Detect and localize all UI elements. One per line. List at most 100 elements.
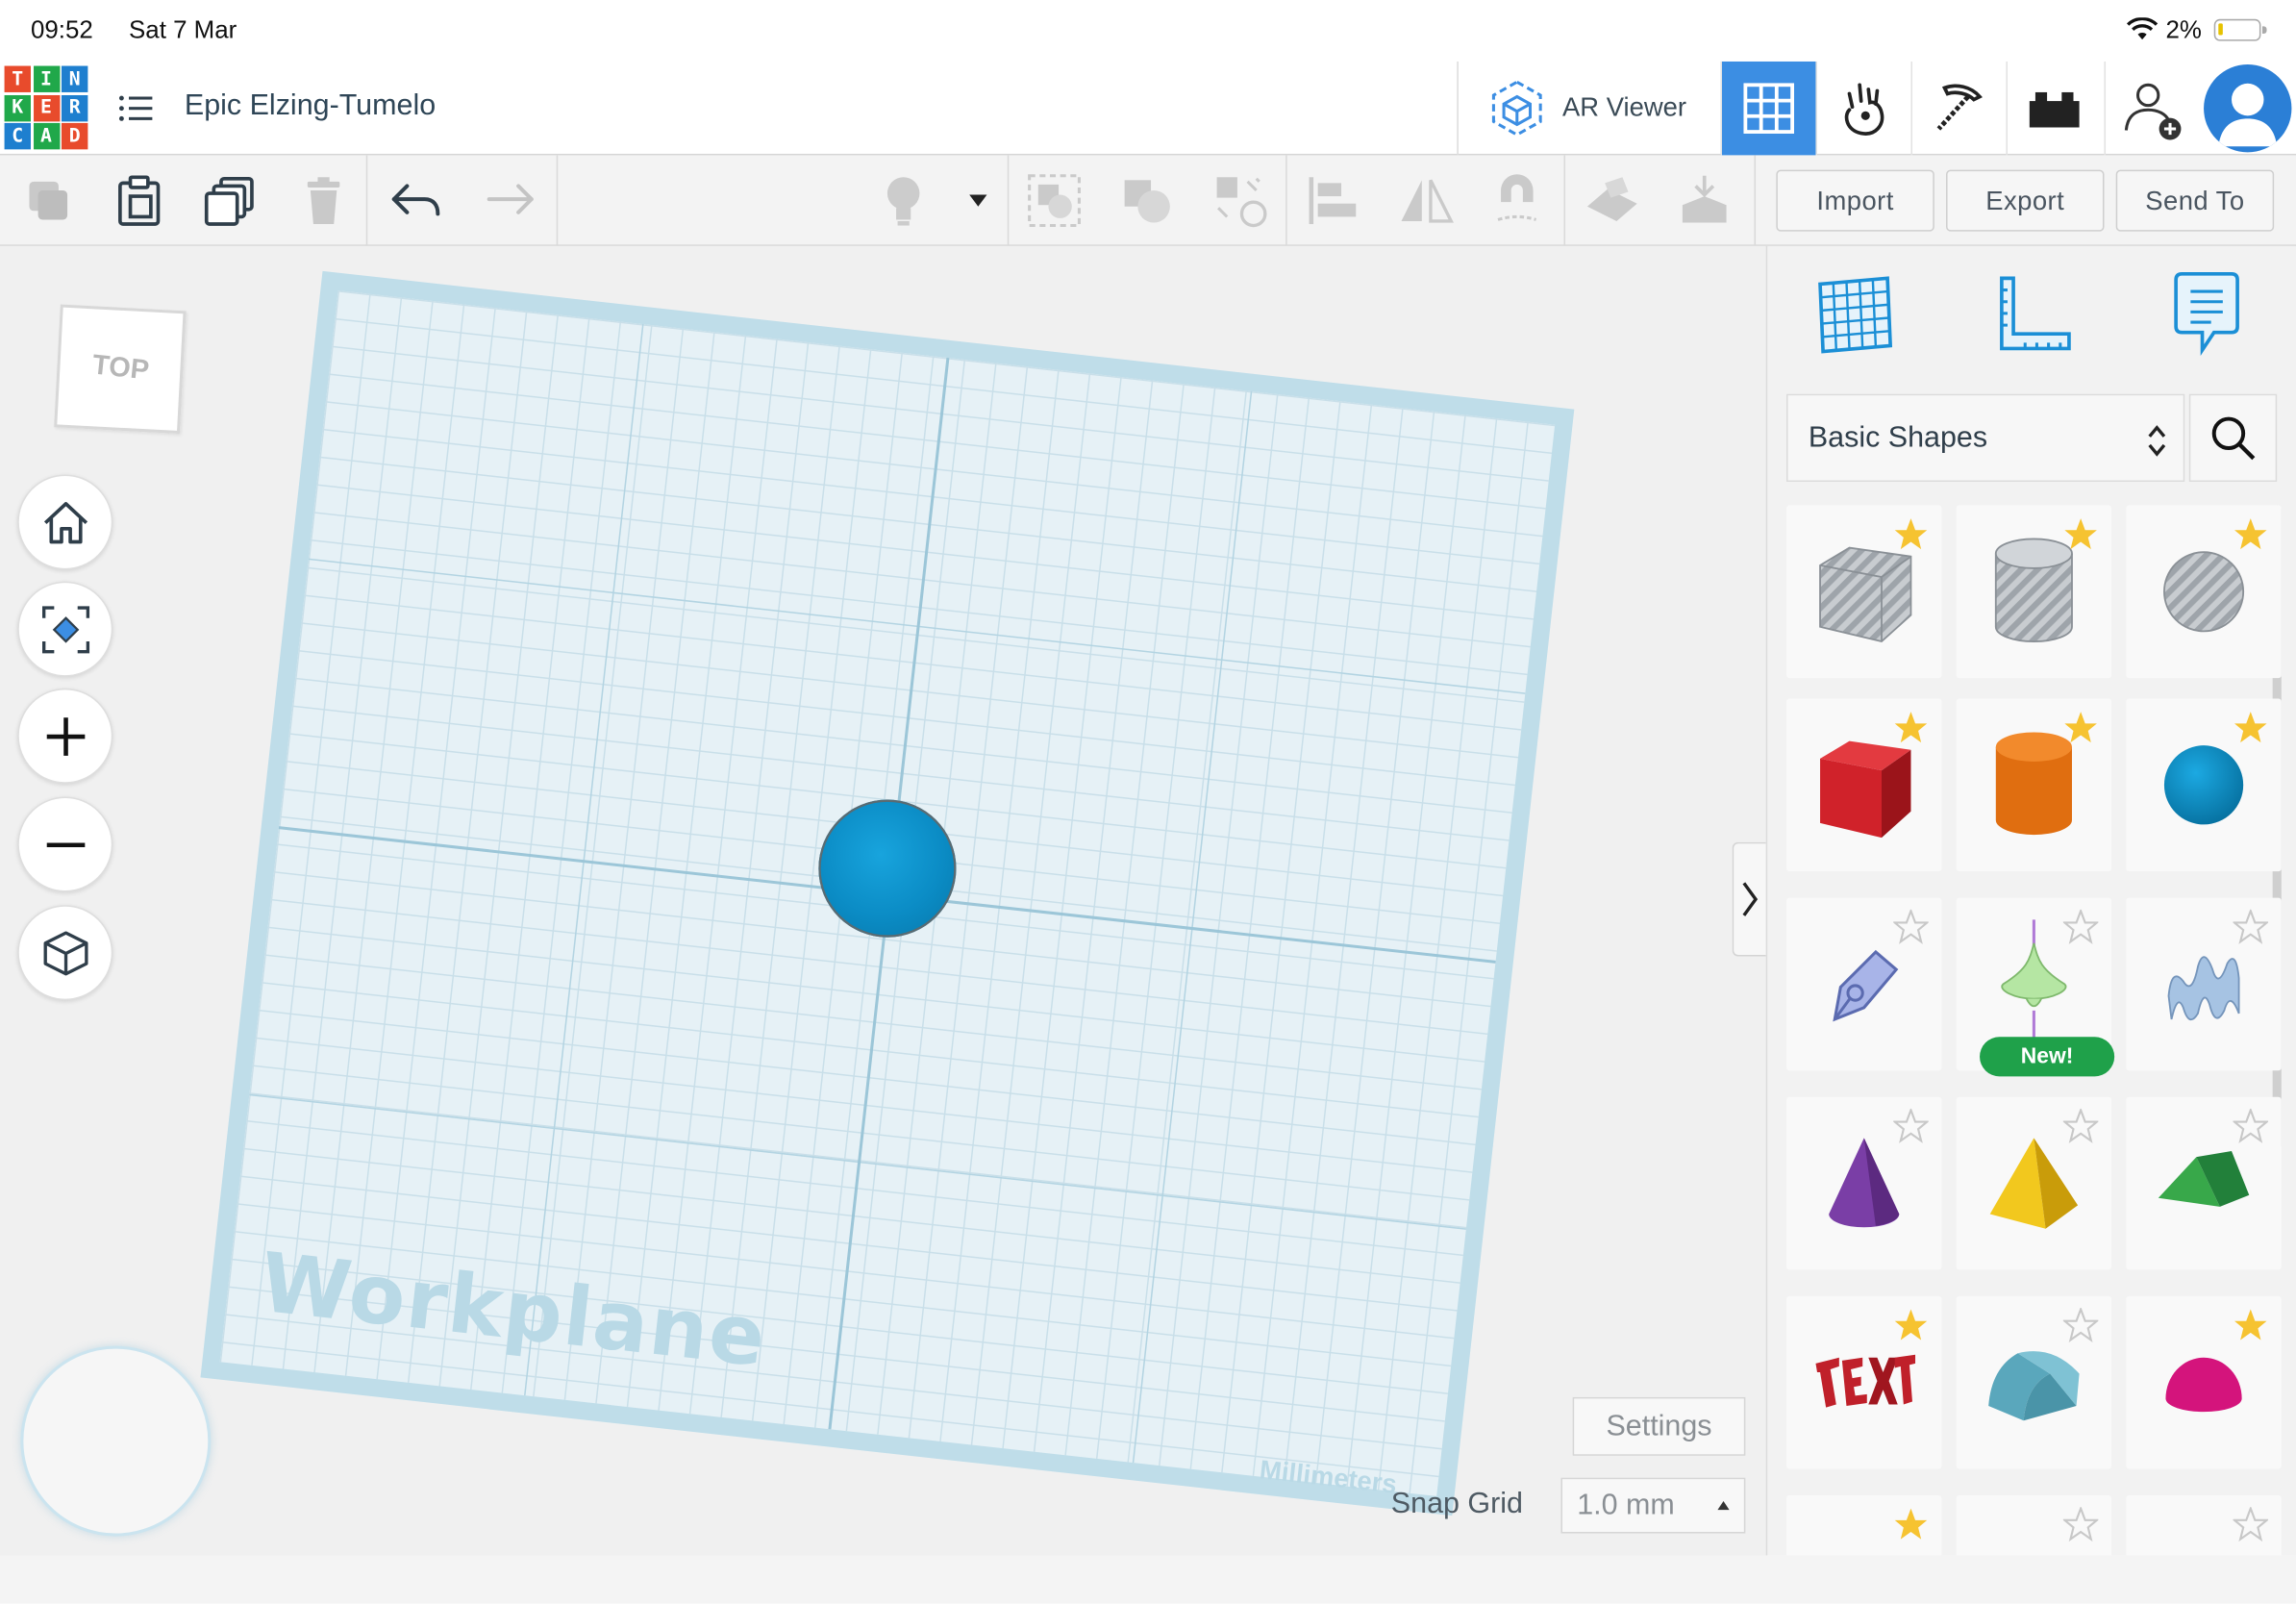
home-view-button[interactable] xyxy=(17,474,113,570)
ruler-icon xyxy=(2000,276,2071,351)
plus-icon xyxy=(45,716,85,756)
ungroup-button[interactable] xyxy=(1119,173,1178,229)
codeblocks-view-button[interactable] xyxy=(1910,61,2006,156)
ungroup-scatter-button[interactable] xyxy=(1210,173,1269,229)
shape-scribble[interactable] xyxy=(1786,897,1942,1071)
copy-button[interactable] xyxy=(19,173,78,229)
orbit-joystick[interactable] xyxy=(20,1345,212,1537)
user-avatar[interactable] xyxy=(2204,64,2292,153)
collapse-panel-button[interactable] xyxy=(1732,841,1766,957)
favorite-star-outline-icon[interactable] xyxy=(2233,909,2269,945)
favorite-star-icon[interactable] xyxy=(1893,711,1929,746)
lightbulb-icon xyxy=(886,177,920,226)
shapes-panel: Basic Shapes New! xyxy=(1765,245,2296,1556)
favorite-star-icon[interactable] xyxy=(1893,517,1929,553)
ar-viewer-button[interactable]: AR Viewer xyxy=(1464,62,1716,155)
workplane-label: Workplane xyxy=(255,1236,772,1387)
send-to-button[interactable]: Send To xyxy=(2115,169,2275,232)
add-user-icon xyxy=(2124,83,2182,140)
logo-letter: R xyxy=(61,94,88,121)
export-button[interactable]: Export xyxy=(1946,169,2105,232)
cruise-button[interactable] xyxy=(1487,173,1546,229)
workplane-settings-button[interactable]: Settings xyxy=(1572,1396,1746,1456)
status-time: 09:52 xyxy=(30,15,93,44)
toolbar-separator xyxy=(1285,155,1287,246)
favorite-star-outline-icon[interactable] xyxy=(2062,1108,2099,1144)
favorite-star-icon[interactable] xyxy=(2234,517,2269,553)
shape-pyramid[interactable] xyxy=(1956,1096,2112,1270)
shape-box-hole[interactable] xyxy=(1786,505,1942,679)
ar-cube-icon xyxy=(1491,80,1542,137)
design-title[interactable]: Epic Elzing-Tumelo xyxy=(185,89,436,123)
drop-to-workplane-button[interactable] xyxy=(1675,173,1734,229)
shape-generator[interactable] xyxy=(2126,897,2282,1071)
shape-row6-3[interactable] xyxy=(2126,1494,2282,1556)
half-sphere-shape-icon xyxy=(2165,1357,2242,1413)
align-button[interactable] xyxy=(1305,173,1363,229)
fit-view-button[interactable] xyxy=(17,581,113,677)
scatter-icon xyxy=(1216,177,1267,228)
shape-library-select[interactable]: Basic Shapes xyxy=(1786,393,2185,483)
workplane-tool-button[interactable] xyxy=(1804,263,1907,366)
favorite-star-outline-icon[interactable] xyxy=(1893,1108,1929,1144)
group-button[interactable] xyxy=(1025,173,1084,229)
logo-letter: D xyxy=(61,122,88,150)
redo-icon xyxy=(487,184,534,214)
view-cube[interactable]: TOP xyxy=(54,304,187,435)
favorite-star-outline-icon[interactable] xyxy=(2062,909,2099,945)
favorite-star-icon[interactable] xyxy=(1893,1507,1929,1542)
duplicate-button[interactable] xyxy=(201,173,260,229)
favorite-star-icon[interactable] xyxy=(2234,1308,2269,1343)
shape-text[interactable] xyxy=(1786,1295,1942,1469)
shape-spinning-top[interactable]: New! xyxy=(1956,897,2115,1077)
sphere-object[interactable] xyxy=(818,799,957,938)
zoom-out-button[interactable] xyxy=(17,796,113,892)
tinkercad-logo[interactable]: T I N K E R C A D xyxy=(4,65,88,150)
redo-button[interactable] xyxy=(481,173,539,229)
delete-button[interactable] xyxy=(294,173,353,229)
favorite-star-icon[interactable] xyxy=(1893,1308,1929,1343)
favorite-star-icon[interactable] xyxy=(2063,517,2099,553)
notes-tool-button[interactable] xyxy=(2156,263,2259,366)
shape-library-value: Basic Shapes xyxy=(1808,420,1988,454)
notes-dropdown-button[interactable] xyxy=(949,173,1008,229)
shape-half-sphere[interactable] xyxy=(2126,1295,2282,1469)
shape-half-cylinder[interactable] xyxy=(1956,1295,2112,1469)
workplane-button[interactable] xyxy=(1583,173,1641,229)
mirror-button[interactable] xyxy=(1397,173,1456,229)
shape-sphere[interactable] xyxy=(2126,698,2282,872)
shape-row6-1[interactable] xyxy=(1786,1494,1942,1556)
favorite-star-outline-icon[interactable] xyxy=(1893,909,1929,945)
shape-roof[interactable] xyxy=(2126,1096,2282,1270)
favorite-star-outline-icon[interactable] xyxy=(2062,1507,2099,1542)
undo-button[interactable] xyxy=(387,173,445,229)
battery-icon xyxy=(2213,18,2267,41)
favorite-star-icon[interactable] xyxy=(2063,711,2099,746)
shape-cone[interactable] xyxy=(1786,1096,1942,1270)
shape-sphere-hole[interactable] xyxy=(2126,505,2282,679)
import-button[interactable]: Import xyxy=(1776,169,1934,232)
design-canvas[interactable]: Workplane Millimeters TOP Settings Snap … xyxy=(0,245,1766,1556)
3d-design-view-button[interactable] xyxy=(1720,61,1816,156)
favorite-star-outline-icon[interactable] xyxy=(2233,1507,2269,1542)
shape-cylinder-hole[interactable] xyxy=(1956,505,2112,679)
favorite-star-outline-icon[interactable] xyxy=(2233,1108,2269,1144)
ruler-tool-button[interactable] xyxy=(1982,263,2084,366)
perspective-toggle-button[interactable] xyxy=(17,905,113,1001)
shape-search-button[interactable] xyxy=(2188,393,2278,483)
invite-user-button[interactable] xyxy=(2104,61,2199,156)
trash-icon xyxy=(307,177,340,225)
notes-light-button[interactable] xyxy=(874,173,933,229)
favorite-star-icon[interactable] xyxy=(2234,711,2269,746)
zoom-in-button[interactable] xyxy=(17,688,113,784)
design-list-menu-icon[interactable] xyxy=(115,90,157,126)
shape-box[interactable] xyxy=(1786,698,1942,872)
bricks-view-button[interactable] xyxy=(2006,61,2101,156)
snap-grid-select[interactable]: 1.0 mm xyxy=(1560,1477,1746,1534)
shape-row6-2[interactable] xyxy=(1956,1494,2112,1556)
paste-button[interactable] xyxy=(110,173,168,229)
blocks-view-button[interactable] xyxy=(1815,61,1910,156)
shape-cylinder[interactable] xyxy=(1956,698,2112,872)
favorite-star-outline-icon[interactable] xyxy=(2062,1308,2099,1343)
scribble-pen-shape-icon xyxy=(1833,949,1899,1022)
